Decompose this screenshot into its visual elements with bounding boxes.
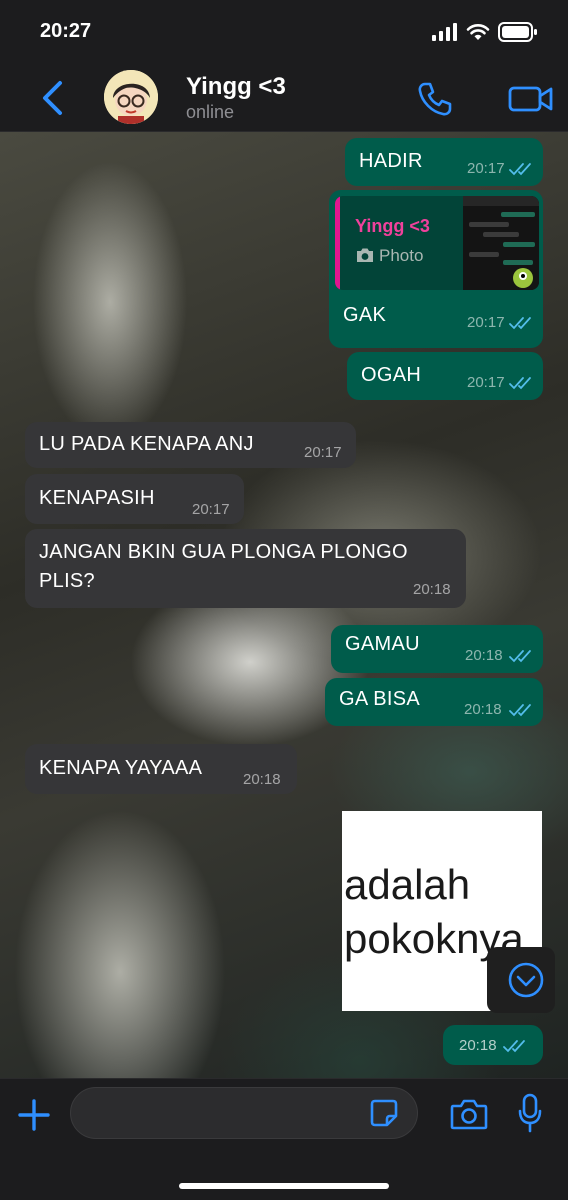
message-text: GA BISA xyxy=(339,688,421,710)
message-composer xyxy=(0,1078,568,1200)
message-text: LU PADA KENAPA ANJ xyxy=(39,433,254,455)
message-time: 20:17 xyxy=(467,314,505,331)
scroll-to-bottom-button[interactable] xyxy=(487,947,555,1013)
status-bar: 20:27 xyxy=(0,0,568,62)
home-indicator[interactable] xyxy=(179,1183,389,1189)
message-text: GAK xyxy=(343,304,387,326)
message-bubble-outgoing[interactable]: HADIR 20:17 xyxy=(345,138,543,186)
chevron-down-circle-icon xyxy=(508,962,544,998)
quoted-reply-kind-label: Photo xyxy=(379,246,424,265)
message-time: 20:18 xyxy=(413,581,451,598)
message-bubble-outgoing[interactable]: OGAH 20:17 xyxy=(347,352,543,400)
contact-name[interactable]: Yingg <3 xyxy=(186,73,286,101)
read-receipt-icon xyxy=(509,317,531,330)
message-text: OGAH xyxy=(361,364,422,386)
message-text-line-1: JANGAN BKIN GUA PLONGA PLONGO xyxy=(39,541,408,563)
message-bubble-incoming[interactable]: KENAPASIH 20:17 xyxy=(25,474,244,524)
read-receipt-icon xyxy=(509,704,531,717)
avatar-illustration xyxy=(104,70,158,124)
status-icons xyxy=(432,22,538,42)
chat-header: Yingg <3 online xyxy=(0,62,568,132)
read-receipt-icon xyxy=(509,163,531,176)
message-text-line-2: PLIS? xyxy=(39,570,95,592)
plus-icon[interactable] xyxy=(16,1097,52,1133)
message-bubble-incoming[interactable]: JANGAN BKIN GUA PLONGA PLONGO PLIS? 20:1… xyxy=(25,529,466,608)
message-time: 20:18 xyxy=(464,701,502,718)
read-receipt-icon xyxy=(503,1040,525,1053)
camera-small-icon xyxy=(357,248,373,262)
message-text: HADIR xyxy=(359,150,423,172)
message-text: GAMAU xyxy=(345,633,420,655)
quoted-reply-thumbnail xyxy=(463,196,539,290)
quoted-reply-bar xyxy=(335,196,340,290)
camera-icon[interactable] xyxy=(450,1097,488,1131)
message-time: 20:17 xyxy=(467,374,505,391)
chat-area[interactable]: HADIR 20:17 Yingg <3 Photo GAK 20:17 OGA… xyxy=(0,132,568,1078)
thumbnail-image xyxy=(463,196,539,290)
sticker-text-line-1: adalah xyxy=(344,861,471,908)
message-time: 20:17 xyxy=(467,160,505,177)
message-time: 20:17 xyxy=(192,501,230,518)
read-receipt-icon xyxy=(509,377,531,390)
message-bubble-outgoing[interactable]: GA BISA 20:18 xyxy=(325,678,543,726)
chevron-left-icon[interactable] xyxy=(38,80,68,116)
quoted-reply-kind: Photo xyxy=(355,246,423,266)
message-bubble-incoming[interactable]: LU PADA KENAPA ANJ 20:17 xyxy=(25,422,356,468)
status-time: 20:27 xyxy=(40,20,92,42)
contact-status: online xyxy=(186,102,235,122)
message-bubble-outgoing[interactable]: Yingg <3 Photo GAK 20:17 xyxy=(329,190,543,348)
microphone-icon[interactable] xyxy=(518,1093,542,1133)
read-receipt-icon xyxy=(509,650,531,663)
sticker-time-badge: 20:18 xyxy=(443,1025,543,1065)
avatar[interactable] xyxy=(104,70,158,124)
wifi-icon xyxy=(466,24,490,40)
message-time: 20:18 xyxy=(465,647,503,664)
message-time: 20:18 xyxy=(243,771,281,788)
phone-icon[interactable] xyxy=(416,80,454,118)
video-camera-icon[interactable] xyxy=(508,82,554,116)
battery-icon xyxy=(498,22,537,42)
quoted-reply[interactable]: Yingg <3 Photo xyxy=(335,196,539,290)
sticker-icon[interactable] xyxy=(370,1099,398,1127)
message-time: 20:17 xyxy=(304,444,342,461)
message-text: KENAPA YAYAAA xyxy=(39,757,203,779)
message-time: 20:18 xyxy=(459,1037,497,1054)
message-bubble-incoming[interactable]: KENAPA YAYAAA 20:18 xyxy=(25,744,297,794)
cellular-signal-icon xyxy=(432,23,457,41)
quoted-reply-name: Yingg <3 xyxy=(355,216,430,236)
message-text: KENAPASIH xyxy=(39,487,155,509)
message-bubble-outgoing[interactable]: GAMAU 20:18 xyxy=(331,625,543,673)
message-input[interactable] xyxy=(70,1087,418,1139)
